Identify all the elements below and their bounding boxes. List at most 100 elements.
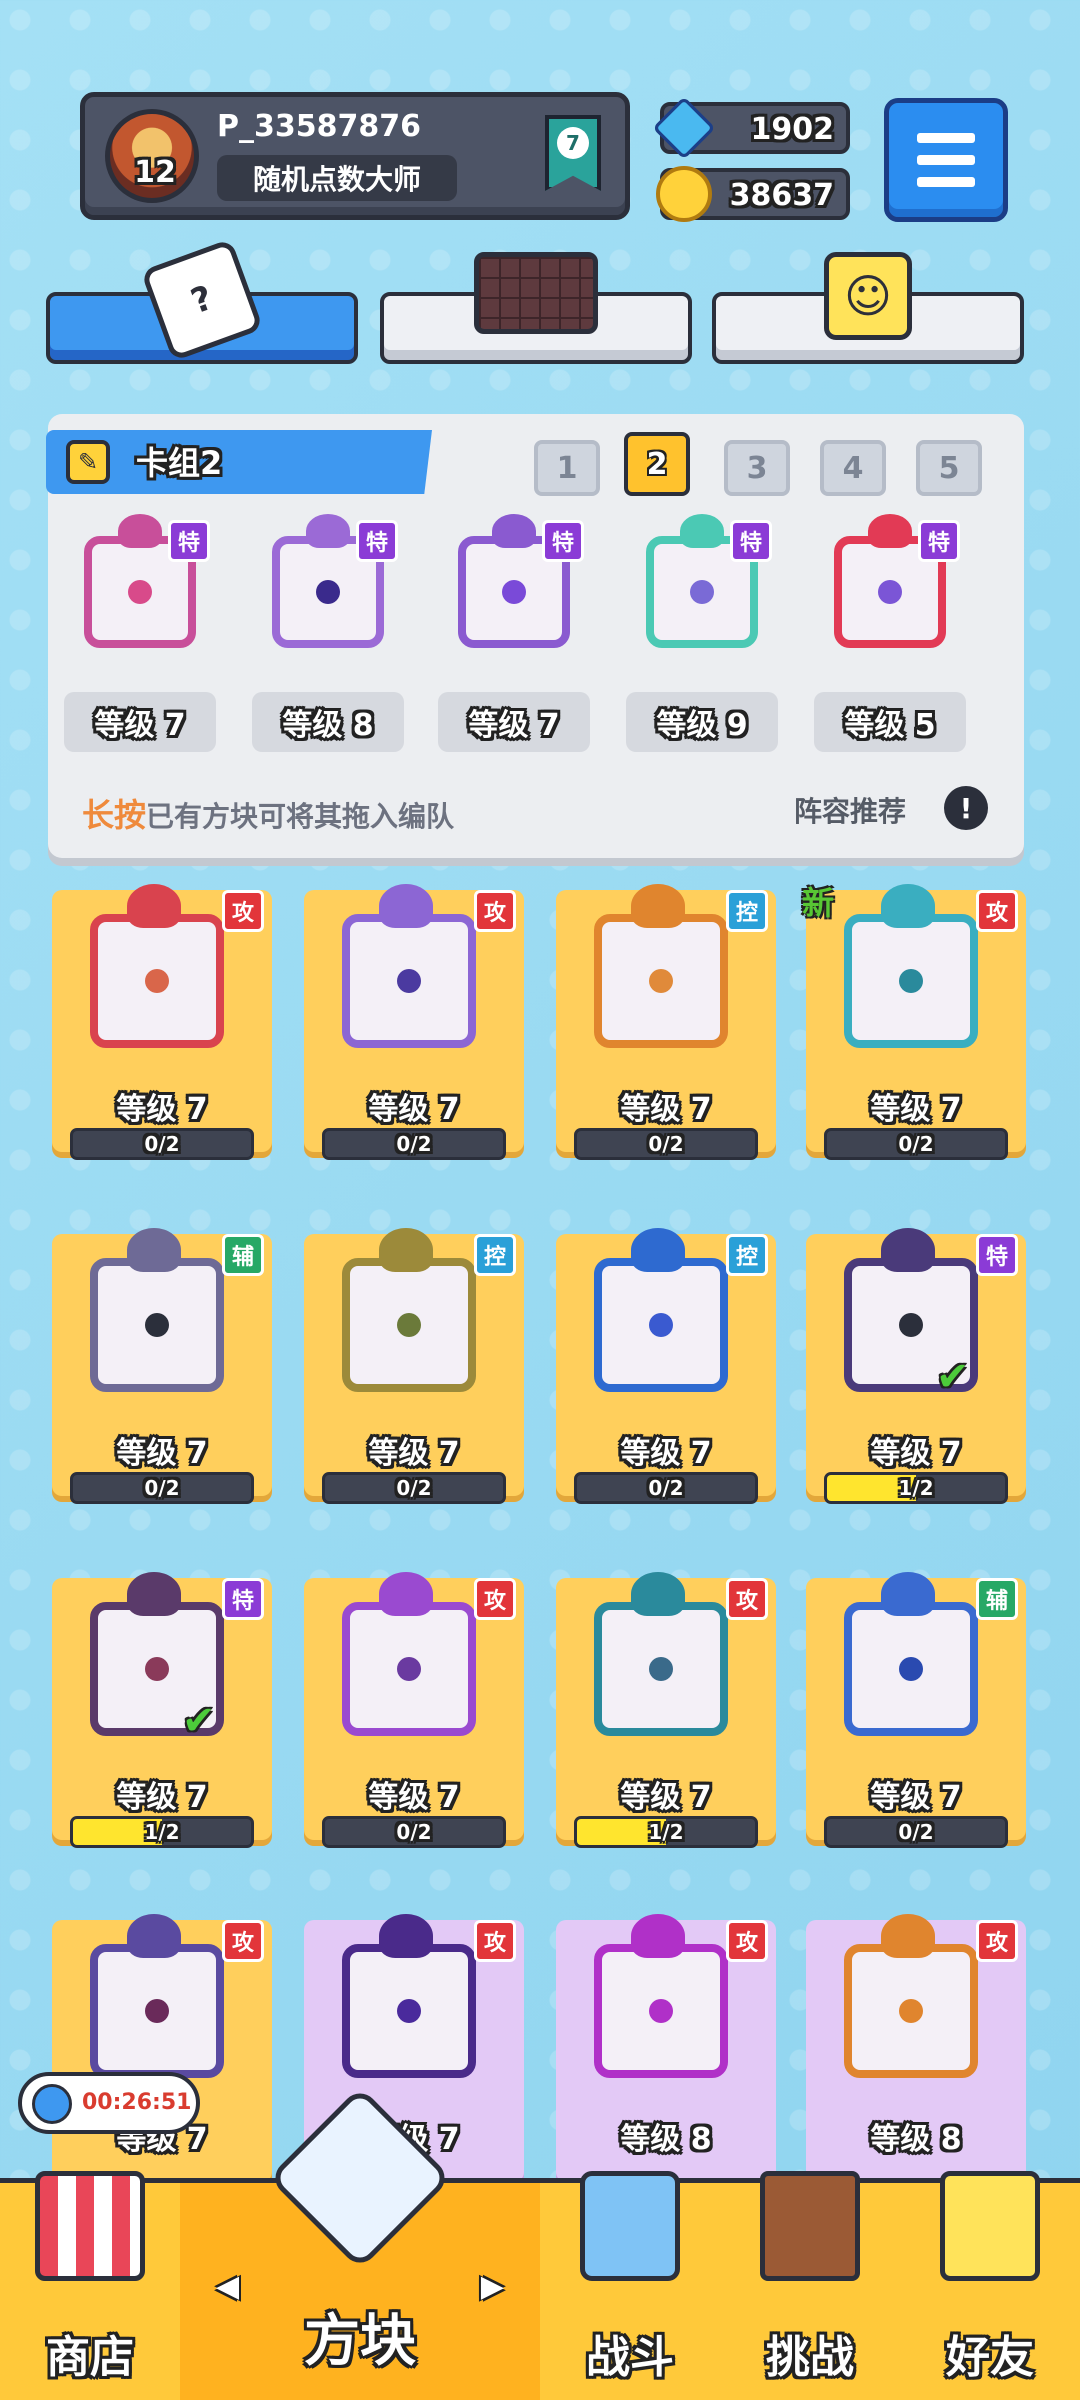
collection-die-card[interactable]: 攻 等级 8 [556,1914,776,2182]
dragon-crest-icon [379,1228,433,1272]
die-pip [690,580,714,604]
dragon-crest-icon [881,1572,935,1616]
die-pip [502,580,526,604]
die-type-tag: 控 [726,890,768,932]
dragon-crest-icon [631,884,685,928]
die-art [318,884,494,1060]
die-type-tag: 攻 [726,1578,768,1620]
die-level: 等级 7 [870,1436,962,1471]
upgrade-progress-bar: 0/2 [322,1472,506,1504]
collection-die-card[interactable]: 攻 等级 8 [806,1914,1026,2182]
die-type-tag: 攻 [474,1920,516,1962]
coin-counter[interactable]: 38637 [656,166,850,222]
die-art [570,884,746,1060]
die-level: 等级 7 [116,1780,208,1815]
collection-die-card[interactable]: 攻 等级 7 0/2 [52,884,272,1160]
die-pip [397,1313,421,1337]
nav-shop[interactable]: 商店 [0,2171,180,2400]
collection-die-card[interactable]: 攻 等级 7 1/2 [556,1572,776,1848]
collection-die-card[interactable]: 控 等级 7 0/2 [304,1228,524,1504]
deck-die-slot[interactable]: 特 [632,514,772,660]
collection-die-card[interactable]: 特 等级 7 1/2 ✔ [806,1228,1026,1504]
collection-die-card[interactable]: 攻 等级 7 [52,1914,272,2182]
edit-pencil-icon[interactable]: ✎ [66,440,110,484]
die-pip [649,969,673,993]
deck-number-5[interactable]: 5 [916,440,982,496]
dragon-crest-icon [127,1572,181,1616]
die-face [342,1258,476,1392]
upgrade-progress-bar: 1/2 [574,1816,758,1848]
deck-die-level: 等级 5 [814,692,966,752]
deck-number-2[interactable]: 2 [624,432,690,496]
dragon-crest-icon [881,1914,935,1958]
hint-highlight: 长按 [82,796,147,834]
die-pip [649,1657,673,1681]
deck-number-1[interactable]: 1 [534,440,600,496]
gem-counter[interactable]: 1902 [652,96,850,160]
die-art [318,1914,494,2090]
progress-text: 1/2 [144,1820,180,1844]
die-level: 等级 8 [870,2122,962,2157]
coin-value: 38637 [729,178,834,213]
dragon-crest-icon [881,1228,935,1272]
collection-die-card[interactable]: 特 等级 7 1/2 ✔ [52,1572,272,1848]
die-pip [649,1999,673,2023]
die-pip [899,969,923,993]
drag-hint: 长按已有方块可将其拖入编队 [82,790,454,836]
player-name: P_33587876 [217,109,421,144]
challenge-icon [760,2171,860,2281]
nav-blocks[interactable]: ◀ ▶ 方块 [180,2086,540,2400]
progress-text: 0/2 [898,1820,934,1844]
lineup-recommend-label[interactable]: 阵容推荐 [794,790,906,830]
coin-icon [656,166,712,222]
dragon-crest-icon [127,884,181,928]
deck-number-4[interactable]: 4 [820,440,886,496]
tab-emote[interactable]: ☺ [712,252,1024,364]
dragon-crest-icon [306,514,350,548]
deck-title-bar[interactable]: ✎ 卡组2 [46,430,432,494]
nav-battle-label: 战斗 [586,2332,674,2383]
die-pip [128,580,152,604]
collection-die-card[interactable]: 攻 等级 7 0/2 [304,1572,524,1848]
die-type-tag: 控 [474,1234,516,1276]
nav-blocks-label: 方块 [304,2309,416,2374]
nav-battle[interactable]: 战斗 [540,2171,720,2400]
collection-die-card[interactable]: 控 等级 7 0/2 [556,1228,776,1504]
tab-dice[interactable]: ? [46,238,358,364]
collection-die-card[interactable]: 攻 等级 7 0/2 新 [802,884,1026,1160]
die-pip [145,969,169,993]
collection-die-card[interactable]: 辅 等级 7 0/2 [806,1572,1026,1848]
collection-die-card[interactable]: 控 等级 7 0/2 [556,884,776,1160]
info-icon[interactable]: ! [944,786,988,830]
player-profile-panel[interactable]: 12 P_33587876 随机点数大师 7 [80,92,630,220]
menu-button[interactable] [884,98,1008,222]
hint-text: 已有方块可将其拖入编队 [146,800,455,833]
die-level: 等级 7 [620,1092,712,1127]
die-face [90,914,224,1048]
timer-value: 00:26:51 [82,2090,192,2115]
rank-badge-icon[interactable]: 7 [545,115,601,191]
collection-die-card[interactable]: 攻 等级 7 0/2 [304,884,524,1160]
tab-board[interactable] [380,252,692,364]
die-face [594,1944,728,2078]
deck-die-slot[interactable]: 特 [444,514,584,660]
deck-die-slot[interactable]: 特 [70,514,210,660]
deck-number-3[interactable]: 3 [724,440,790,496]
die-type-tag: 特 [542,520,584,562]
deck-die-slot[interactable]: 特 [820,514,960,660]
progress-text: 0/2 [144,1132,180,1156]
deck-die-slot[interactable]: 特 [258,514,398,660]
progress-text: 0/2 [898,1132,934,1156]
die-face [844,1944,978,2078]
nav-friends[interactable]: 好友 [900,2171,1080,2400]
board-icon [474,252,598,334]
event-timer[interactable]: 00:26:51 [18,2072,200,2134]
progress-text: 0/2 [396,1820,432,1844]
collection-die-card[interactable]: 辅 等级 7 0/2 [52,1228,272,1504]
nav-challenge[interactable]: 挑战 [720,2171,900,2400]
progress-text: 1/2 [648,1820,684,1844]
bottom-nav: 商店 ◀ ▶ 方块 战斗 挑战 好友 [0,2086,1080,2400]
die-face [844,1602,978,1736]
die-pip [899,1999,923,2023]
die-type-tag: 特 [918,520,960,562]
